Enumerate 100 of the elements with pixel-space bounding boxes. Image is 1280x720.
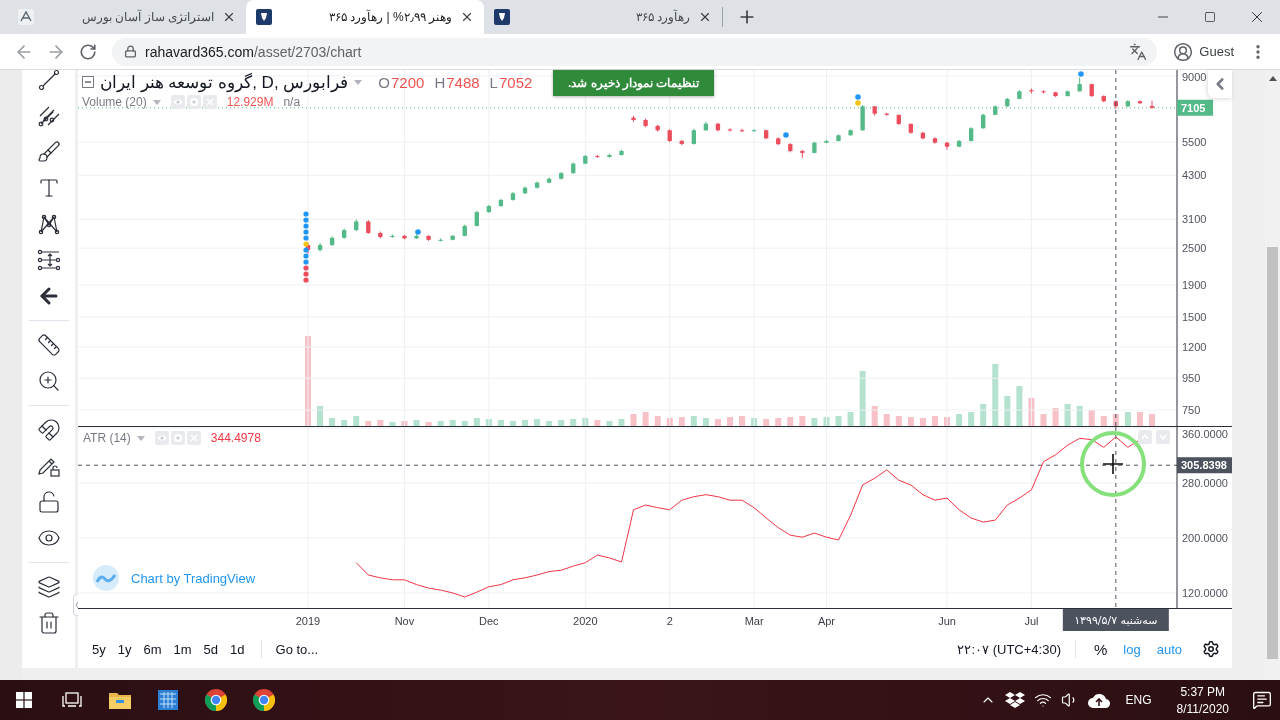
- study-value: 344.4978: [210, 431, 261, 445]
- close-icon[interactable]: [460, 10, 474, 24]
- scroll-up-icon[interactable]: [1268, 76, 1277, 81]
- candle: [1065, 90, 1070, 97]
- candle: [981, 113, 986, 130]
- candle: [848, 128, 853, 137]
- axis-label: 2500: [1182, 242, 1207, 255]
- candle: [824, 139, 829, 144]
- range-button[interactable]: 1d: [224, 641, 251, 657]
- candle: [1137, 100, 1143, 105]
- candle: [860, 104, 865, 132]
- browser-tab[interactable]: رهآورد ۳۶۵: [484, 0, 722, 34]
- ohlc-label: L: [489, 73, 498, 91]
- candle: [908, 122, 914, 135]
- date-label: سه‌شنبه ۱۳۹۹/۵/۷: [1062, 609, 1169, 631]
- unlock-icon[interactable]: [36, 490, 61, 514]
- axis-label: 4300: [1182, 169, 1207, 182]
- dot-marker-icon: [1078, 71, 1084, 77]
- candle: [691, 128, 696, 146]
- candle: [751, 128, 757, 133]
- fork-lines-icon[interactable]: [36, 104, 61, 128]
- cloud-upload-icon[interactable]: [1088, 692, 1111, 708]
- axis-label: Apr: [817, 615, 835, 627]
- scale-mode-button[interactable]: %: [1086, 640, 1116, 658]
- range-button[interactable]: 6m: [137, 641, 168, 657]
- axis-label: 750: [1182, 404, 1201, 417]
- brush-icon[interactable]: [36, 140, 61, 164]
- candle: [679, 139, 684, 146]
- clock-time[interactable]: 5:37 PM: [1180, 684, 1226, 699]
- candle: [968, 126, 974, 142]
- candle: [1113, 100, 1118, 110]
- collapse-legend-icon[interactable]: [82, 76, 94, 88]
- range-button[interactable]: 5y: [86, 641, 112, 657]
- reload-icon[interactable]: [79, 42, 97, 61]
- magnet-icon[interactable]: [36, 418, 61, 442]
- candle: [559, 171, 564, 180]
- candle: [800, 149, 805, 159]
- cursor-ring-icon: [1079, 430, 1147, 498]
- ohlc-label: O: [378, 73, 390, 91]
- lock-icon[interactable]: [124, 45, 137, 58]
- goto-button[interactable]: Go to...: [271, 641, 323, 657]
- candle: [993, 104, 998, 116]
- translate-icon[interactable]: [1129, 42, 1148, 61]
- candle: [583, 154, 588, 165]
- timezone-button[interactable]: ۲۲:۰۷ (UTC+4:30): [953, 641, 1065, 657]
- toast-message: تنظیمات نمودار ذخیره شد.: [553, 70, 715, 96]
- candle: [884, 112, 889, 117]
- site-logo-icon: [494, 9, 510, 25]
- range-button[interactable]: 1y: [111, 641, 138, 657]
- candle: [474, 210, 479, 227]
- clock-date[interactable]: 8/11/2020: [1176, 701, 1229, 716]
- address-field[interactable]: rahavard365.com/asset/2703/chart: [112, 37, 1158, 66]
- axis-label: 280.0000: [1182, 477, 1228, 489]
- candle: [390, 233, 395, 239]
- candle: [703, 121, 709, 132]
- browser-icon[interactable]: [204, 688, 228, 712]
- candle: [872, 105, 877, 117]
- candle: [655, 124, 660, 133]
- candle: [354, 218, 359, 232]
- axis-label: Jul: [1024, 615, 1039, 627]
- line-tool-icon[interactable]: [36, 68, 61, 92]
- browser-icon[interactable]: [252, 688, 276, 712]
- range-button[interactable]: 5d: [197, 641, 225, 657]
- ohlc-value: 7052: [498, 73, 533, 91]
- study-value: 12.929M: [226, 95, 274, 109]
- zoom-in-icon[interactable]: [36, 369, 61, 393]
- close-icon[interactable]: [698, 10, 712, 24]
- scrollbar-thumb[interactable]: [1267, 247, 1278, 659]
- language-indicator[interactable]: ENG: [1125, 693, 1152, 707]
- avatar-icon: [1173, 41, 1194, 62]
- pattern-icon[interactable]: [36, 212, 61, 236]
- folder-icon[interactable]: [109, 691, 131, 709]
- box-logo-icon[interactable]: [1005, 691, 1026, 709]
- candle: [1149, 100, 1155, 110]
- levels-icon[interactable]: [36, 248, 61, 272]
- candle: [402, 234, 407, 240]
- candle: [764, 129, 769, 140]
- ohlc-value: 7200: [391, 73, 425, 91]
- candle: [920, 131, 926, 140]
- ref-line-label: 305.8398: [1181, 459, 1227, 472]
- layers-icon[interactable]: [36, 575, 61, 599]
- candle: [715, 122, 721, 132]
- axis-label: 950: [1182, 372, 1201, 385]
- collapse-button[interactable]: [1208, 70, 1232, 98]
- candle: [534, 180, 540, 189]
- settings-icon[interactable]: [1202, 640, 1220, 658]
- ruler-icon[interactable]: [36, 333, 61, 357]
- windows-logo-icon[interactable]: [16, 692, 32, 708]
- candle: [1041, 89, 1046, 94]
- candle: [836, 133, 841, 142]
- maximize-icon[interactable]: [1203, 11, 1216, 23]
- candle: [1089, 83, 1094, 98]
- task-view-icon[interactable]: [62, 692, 82, 708]
- notification-icon[interactable]: [1252, 690, 1272, 710]
- range-button[interactable]: 1m: [167, 641, 198, 657]
- site-logo-icon: [18, 9, 34, 25]
- candle: [1125, 99, 1131, 108]
- axis-label: 1200: [1182, 340, 1207, 353]
- candle: [1077, 77, 1082, 93]
- profile-button[interactable]: Guest: [1165, 37, 1242, 66]
